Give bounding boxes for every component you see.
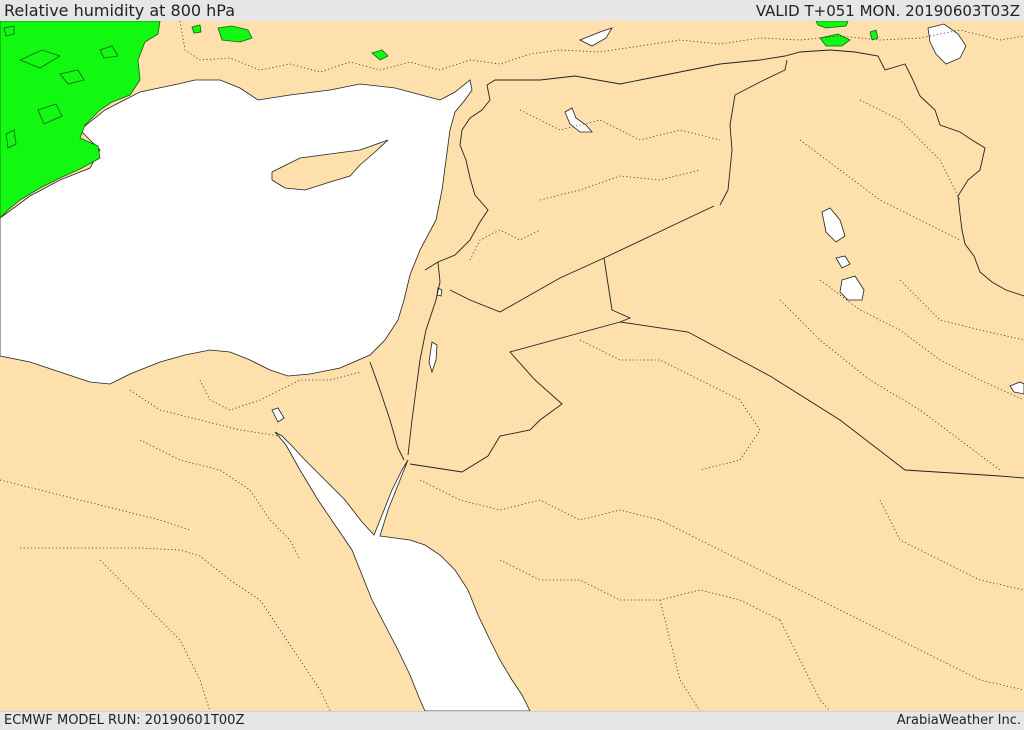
footer-bar: ECMWF MODEL RUN: 20190601T00Z ArabiaWeat… — [0, 711, 1024, 730]
valid-time: VALID T+051 MON. 20190603T03Z — [755, 2, 1020, 20]
header-bar: Relative humidity at 800 hPa VALID T+051… — [0, 0, 1024, 22]
map-title: Relative humidity at 800 hPa — [4, 1, 236, 20]
credit-label: ArabiaWeather Inc. — [896, 713, 1021, 728]
weather-map — [0, 21, 1024, 711]
map-canvas — [0, 21, 1024, 711]
model-run-label: ECMWF MODEL RUN: 20190601T00Z — [4, 713, 245, 728]
